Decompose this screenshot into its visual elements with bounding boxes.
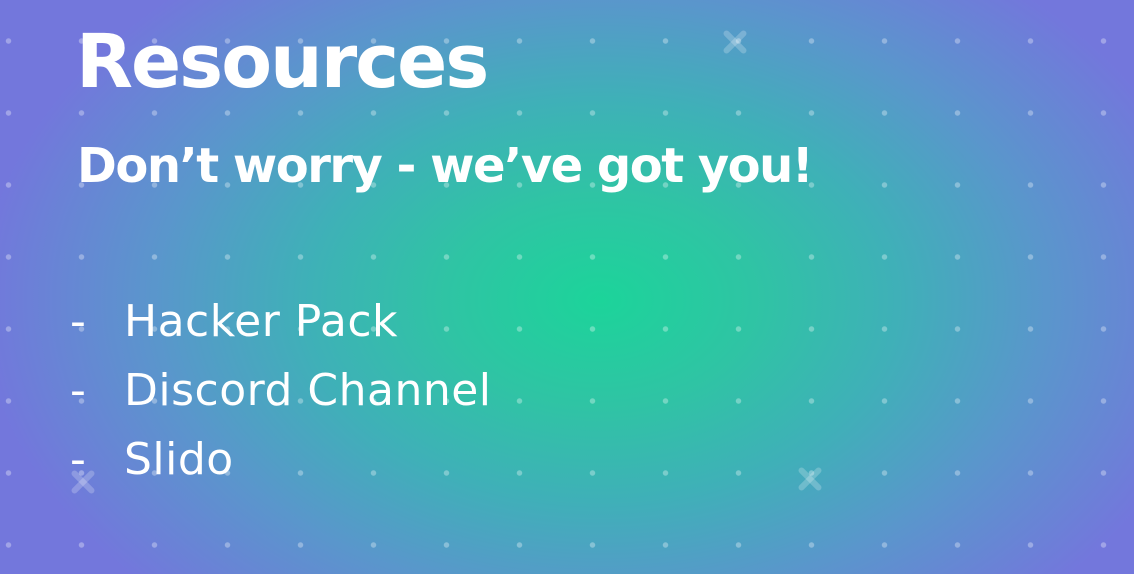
list-item-label: Discord Channel: [124, 365, 492, 416]
slide-title: Resources: [76, 19, 489, 105]
list-bullet: -: [70, 296, 86, 347]
slide-subtitle: Don’t worry - we’ve got you!: [77, 138, 814, 194]
list-item-label: Hacker Pack: [124, 296, 398, 347]
cross-icon: [797, 466, 823, 492]
cross-icon: [722, 29, 748, 55]
list-bullet: -: [70, 365, 86, 416]
list-bullet: -: [70, 434, 86, 485]
list-item-label: Slido: [124, 434, 234, 485]
